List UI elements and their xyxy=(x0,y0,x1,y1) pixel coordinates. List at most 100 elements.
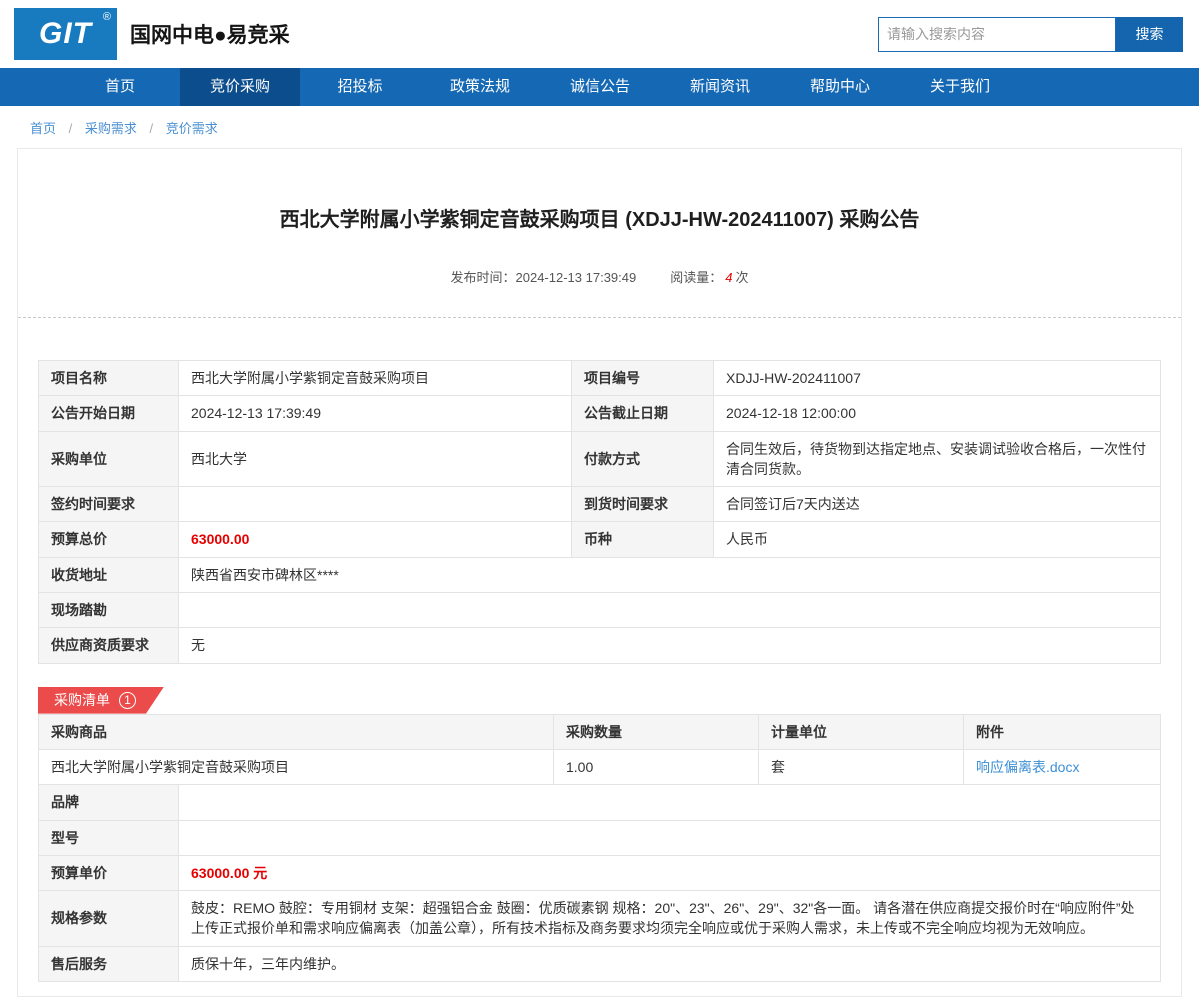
payment-method-label: 付款方式 xyxy=(572,431,714,487)
nav-item-policies[interactable]: 政策法规 xyxy=(420,68,540,106)
top-header: GIT ® 国网中电●易竞采 搜索 xyxy=(0,0,1199,68)
search-input[interactable] xyxy=(878,17,1116,52)
table-row: 型号 xyxy=(39,820,1161,855)
table-row: 签约时间要求 到货时间要求 合同签订后7天内送达 xyxy=(39,487,1161,522)
brand-value xyxy=(179,785,1161,820)
table-row: 现场踏勘 xyxy=(39,593,1161,628)
currency-value: 人民币 xyxy=(714,522,1161,557)
table-row: 公告开始日期 2024-12-13 17:39:49 公告截止日期 2024-1… xyxy=(39,396,1161,431)
search-button[interactable]: 搜索 xyxy=(1116,17,1183,52)
breadcrumb-home-link[interactable]: 首页 xyxy=(30,121,56,136)
purchaser-value: 西北大学 xyxy=(179,431,572,487)
views-label: 阅读量： xyxy=(670,270,722,285)
payment-method-value: 合同生效后，待货物到达指定地点、安装调试验收合格后，一次性付清合同货款。 xyxy=(714,431,1161,487)
notice-card: 西北大学附属小学紫铜定音鼓采购项目 (XDJJ-HW-202411007) 采购… xyxy=(17,148,1182,997)
project-number-value: XDJJ-HW-202411007 xyxy=(714,361,1161,396)
brand-label: 品牌 xyxy=(39,785,179,820)
notice-end-date-value: 2024-12-18 12:00:00 xyxy=(714,396,1161,431)
nav-item-tenders[interactable]: 招投标 xyxy=(300,68,420,106)
table-row: 供应商资质要求 无 xyxy=(39,628,1161,663)
notice-start-date-value: 2024-12-13 17:39:49 xyxy=(179,396,572,431)
site-survey-value xyxy=(179,593,1161,628)
nav-item-help-center[interactable]: 帮助中心 xyxy=(780,68,900,106)
table-header-row: 采购商品 采购数量 计量单位 附件 xyxy=(39,714,1161,749)
breadcrumb-separator: / xyxy=(69,121,73,136)
project-number-label: 项目编号 xyxy=(572,361,714,396)
after-sales-label: 售后服务 xyxy=(39,946,179,981)
search-bar: 搜索 xyxy=(878,17,1183,52)
model-value xyxy=(179,820,1161,855)
col-unit-header: 计量单位 xyxy=(759,714,964,749)
specifications-label: 规格参数 xyxy=(39,891,179,947)
breadcrumb-bidding-demand-link[interactable]: 竞价需求 xyxy=(166,121,218,136)
col-quantity-header: 采购数量 xyxy=(554,714,759,749)
delivery-address-value: 陕西省西安市碑林区**** xyxy=(179,557,1161,592)
supplier-qualification-label: 供应商资质要求 xyxy=(39,628,179,663)
delivery-time-label: 到货时间要求 xyxy=(572,487,714,522)
purchase-list-badge-label: 采购清单 xyxy=(54,690,110,710)
delivery-time-value: 合同签订后7天内送达 xyxy=(714,487,1161,522)
currency-label: 币种 xyxy=(572,522,714,557)
views-unit: 次 xyxy=(735,270,748,285)
table-row: 收货地址 陕西省西安市碑林区**** xyxy=(39,557,1161,592)
registered-trademark-icon: ® xyxy=(103,11,112,23)
product-detail-table: 品牌 型号 预算单价 63000.00 元 规格参数 鼓皮：REMO 鼓腔：专用… xyxy=(38,784,1161,982)
model-label: 型号 xyxy=(39,820,179,855)
nav-item-news[interactable]: 新闻资讯 xyxy=(660,68,780,106)
supplier-qualification-value: 无 xyxy=(179,628,1161,663)
product-name-value: 西北大学附属小学紫铜定音鼓采购项目 xyxy=(39,749,554,784)
col-product-header: 采购商品 xyxy=(39,714,554,749)
table-row: 售后服务 质保十年，三年内维护。 xyxy=(39,946,1161,981)
views-count: 4 xyxy=(725,270,732,285)
quantity-value: 1.00 xyxy=(554,749,759,784)
attachment-link[interactable]: 响应偏离表.docx xyxy=(976,759,1079,775)
project-info-section: 项目名称 西北大学附属小学紫铜定音鼓采购项目 项目编号 XDJJ-HW-2024… xyxy=(38,360,1161,664)
nav-item-about-us[interactable]: 关于我们 xyxy=(900,68,1020,106)
purchase-list-badge: 采购清单 1 xyxy=(38,687,164,714)
unit-price-label: 预算单价 xyxy=(39,855,179,890)
project-name-value: 西北大学附属小学紫铜定音鼓采购项目 xyxy=(179,361,572,396)
main-nav: 首页 竞价采购 招投标 政策法规 诚信公告 新闻资讯 帮助中心 关于我们 xyxy=(0,68,1199,106)
table-row: 品牌 xyxy=(39,785,1161,820)
table-row: 采购单位 西北大学 付款方式 合同生效后，待货物到达指定地点、安装调试验收合格后… xyxy=(39,431,1161,487)
breadcrumb-purchase-demand-link[interactable]: 采购需求 xyxy=(85,121,137,136)
page-title: 西北大学附属小学紫铜定音鼓采购项目 (XDJJ-HW-202411007) 采购… xyxy=(18,203,1181,232)
col-attachment-header: 附件 xyxy=(964,714,1161,749)
publish-time-value: 2024-12-13 17:39:49 xyxy=(516,270,637,285)
breadcrumb: 首页 / 采购需求 / 竞价需求 xyxy=(0,106,1199,148)
breadcrumb-separator: / xyxy=(150,121,154,136)
table-row: 项目名称 西北大学附属小学紫铜定音鼓采购项目 项目编号 XDJJ-HW-2024… xyxy=(39,361,1161,396)
signing-time-value xyxy=(179,487,572,522)
unit-price-value: 63000.00 元 xyxy=(179,855,1161,890)
specifications-value: 鼓皮：REMO 鼓腔：专用铜材 支架：超强铝合金 鼓圈：优质碳素钢 规格：20"… xyxy=(179,891,1161,947)
nav-item-home[interactable]: 首页 xyxy=(60,68,180,106)
table-row: 西北大学附属小学紫铜定音鼓采购项目 1.00 套 响应偏离表.docx xyxy=(39,749,1161,784)
project-name-label: 项目名称 xyxy=(39,361,179,396)
signing-time-label: 签约时间要求 xyxy=(39,487,179,522)
table-row: 规格参数 鼓皮：REMO 鼓腔：专用铜材 支架：超强铝合金 鼓圈：优质碳素钢 规… xyxy=(39,891,1161,947)
unit-value: 套 xyxy=(759,749,964,784)
nav-item-integrity-notices[interactable]: 诚信公告 xyxy=(540,68,660,106)
budget-total-value: 63000.00 xyxy=(179,522,572,557)
purchase-list-section: 采购清单 1 采购商品 采购数量 计量单位 附件 西北大学附属小学紫铜定音鼓采购… xyxy=(38,687,1161,982)
attachment-cell: 响应偏离表.docx xyxy=(964,749,1161,784)
publish-info: 发布时间：2024-12-13 17:39:49 阅读量：4次 xyxy=(18,267,1181,286)
logo-text: GIT xyxy=(39,17,92,51)
table-row: 预算总价 63000.00 币种 人民币 xyxy=(39,522,1161,557)
purchase-list-table: 采购商品 采购数量 计量单位 附件 西北大学附属小学紫铜定音鼓采购项目 1.00… xyxy=(38,714,1161,786)
site-brand-title: 国网中电●易竞采 xyxy=(130,19,290,49)
publish-time-label: 发布时间： xyxy=(451,270,516,285)
purchase-list-count-circle-icon: 1 xyxy=(119,692,136,709)
site-survey-label: 现场踏勘 xyxy=(39,593,179,628)
git-logo[interactable]: GIT ® xyxy=(14,8,117,60)
notice-end-date-label: 公告截止日期 xyxy=(572,396,714,431)
nav-item-bidding-purchase[interactable]: 竞价采购 xyxy=(180,68,300,106)
budget-total-label: 预算总价 xyxy=(39,522,179,557)
delivery-address-label: 收货地址 xyxy=(39,557,179,592)
notice-start-date-label: 公告开始日期 xyxy=(39,396,179,431)
purchaser-label: 采购单位 xyxy=(39,431,179,487)
project-info-table: 项目名称 西北大学附属小学紫铜定音鼓采购项目 项目编号 XDJJ-HW-2024… xyxy=(38,360,1161,664)
after-sales-value: 质保十年，三年内维护。 xyxy=(179,946,1161,981)
table-row: 预算单价 63000.00 元 xyxy=(39,855,1161,890)
dashed-divider xyxy=(18,317,1181,318)
